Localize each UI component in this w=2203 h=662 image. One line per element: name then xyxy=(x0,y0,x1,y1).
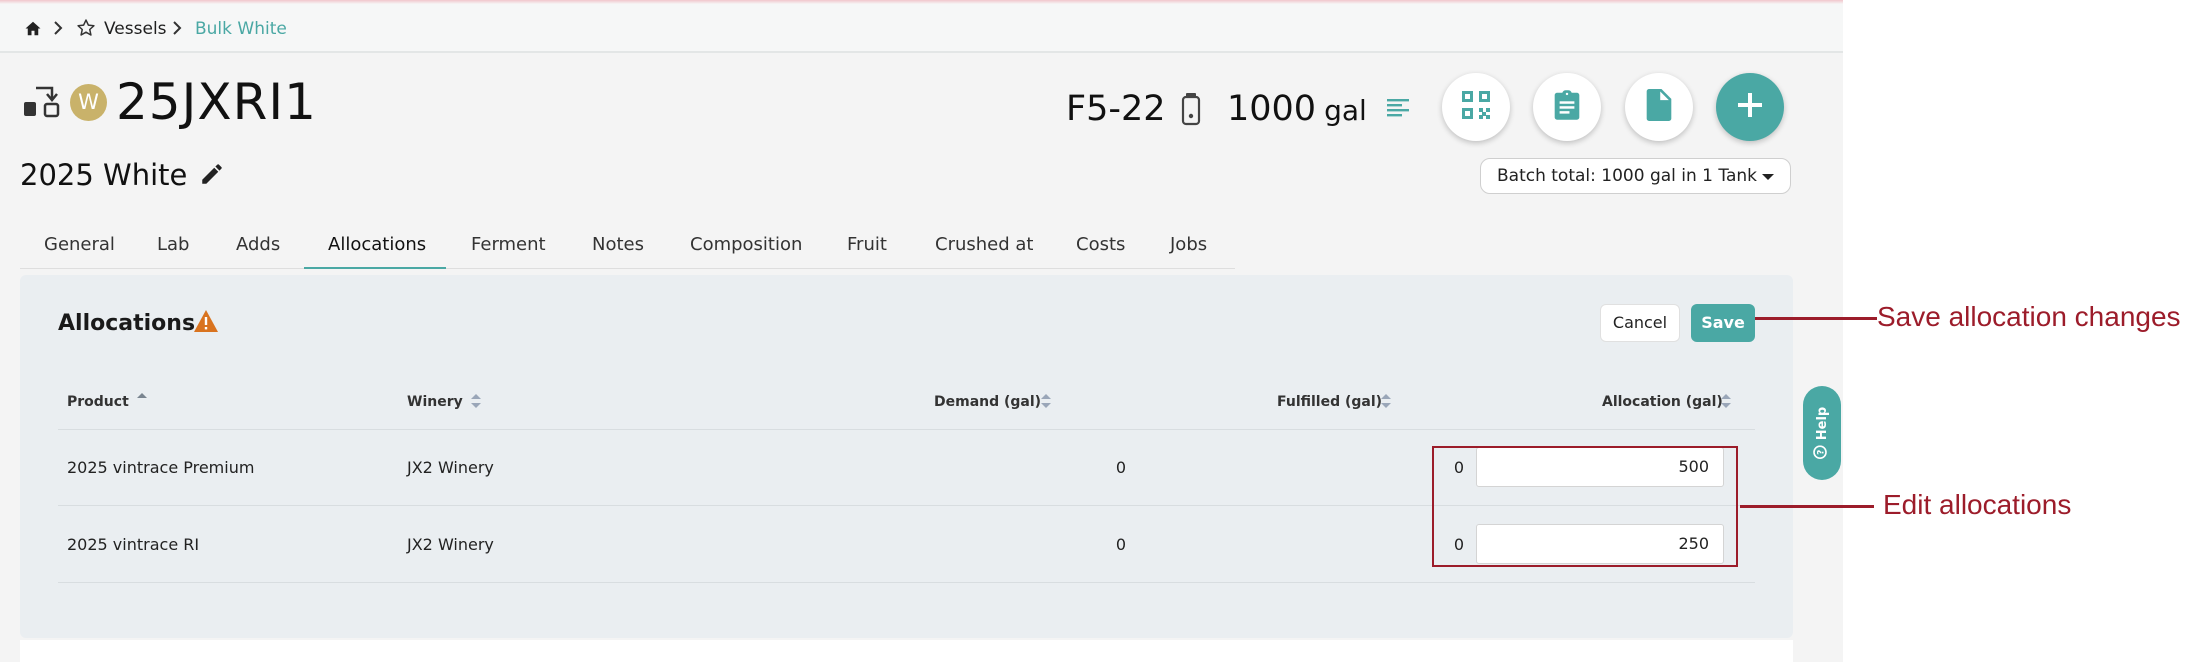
tab-general[interactable]: General xyxy=(44,227,115,269)
color-badge: W xyxy=(70,84,107,121)
svg-text:?: ? xyxy=(1817,450,1827,455)
tab-jobs[interactable]: Jobs xyxy=(1170,227,1207,269)
document-button[interactable] xyxy=(1625,73,1693,141)
tab-ferment[interactable]: Ferment xyxy=(471,227,546,269)
tab-bar: General Lab Adds Allocations Ferment Not… xyxy=(20,227,1235,269)
caret-down-icon xyxy=(1762,174,1774,180)
home-icon[interactable] xyxy=(24,20,42,37)
help-circle-icon: ? xyxy=(1813,445,1831,460)
add-button[interactable] xyxy=(1716,73,1784,141)
col-fulfilled[interactable]: Fulfilled (gal) xyxy=(1277,393,1382,411)
tab-adds[interactable]: Adds xyxy=(236,227,280,269)
chevron-right-icon xyxy=(53,19,63,37)
star-icon[interactable] xyxy=(76,18,96,38)
pencil-icon[interactable] xyxy=(199,161,225,191)
sort-icon[interactable] xyxy=(1720,391,1732,411)
cell-product: 2025 vintrace Premium xyxy=(67,458,255,477)
breadcrumb: Vessels Bulk White xyxy=(0,4,1843,53)
allocations-title: Allocations xyxy=(58,311,196,336)
warning-icon xyxy=(193,309,219,337)
transfer-icon[interactable] xyxy=(22,84,60,124)
col-product[interactable]: Product xyxy=(67,393,129,411)
batch-total-dropdown[interactable]: Batch total: 1000 gal in 1 Tank xyxy=(1480,158,1791,194)
app-window: Vessels Bulk White W 25JXRI1 2025 White … xyxy=(0,0,1843,662)
document-icon xyxy=(1646,89,1672,125)
tab-crushed-at[interactable]: Crushed at xyxy=(935,227,1033,269)
col-allocation[interactable]: Allocation (gal) xyxy=(1602,393,1723,411)
breadcrumb-vessels[interactable]: Vessels xyxy=(104,18,167,40)
qr-code-icon xyxy=(1460,89,1492,125)
cell-demand: 0 xyxy=(1115,458,1126,477)
col-winery[interactable]: Winery xyxy=(407,393,463,411)
tank-icon xyxy=(1181,92,1201,130)
tab-fruit[interactable]: Fruit xyxy=(847,227,887,269)
chevron-right-icon xyxy=(172,19,182,37)
plus-icon xyxy=(1736,91,1764,123)
sort-icon[interactable] xyxy=(470,391,482,411)
sort-icon[interactable] xyxy=(1380,391,1392,411)
col-demand[interactable]: Demand (gal) xyxy=(934,393,1041,411)
breadcrumb-current: Bulk White xyxy=(195,19,287,39)
volume-unit: gal xyxy=(1324,94,1367,127)
cell-product: 2025 vintrace RI xyxy=(67,535,200,554)
vessel-code: 25JXRI1 xyxy=(116,73,317,131)
help-label-wrap: ? Help xyxy=(1813,406,1831,460)
vessel-volume: 1000 gal xyxy=(1227,88,1367,132)
qr-code-button[interactable] xyxy=(1442,73,1510,141)
cell-demand: 0 xyxy=(1115,535,1126,554)
tab-lab[interactable]: Lab xyxy=(157,227,189,269)
tab-allocations[interactable]: Allocations xyxy=(304,227,446,269)
allocations-highlight xyxy=(1432,446,1738,567)
edit-callout-line xyxy=(1740,505,1874,508)
volume-value: 1000 xyxy=(1227,89,1317,129)
cancel-button[interactable]: Cancel xyxy=(1600,304,1680,342)
tab-notes[interactable]: Notes xyxy=(592,227,644,269)
sort-icon[interactable] xyxy=(1040,391,1052,411)
help-tab[interactable]: ? Help xyxy=(1803,386,1841,480)
cell-winery: JX2 Winery xyxy=(407,535,494,554)
save-button[interactable]: Save xyxy=(1691,304,1755,342)
align-left-icon[interactable] xyxy=(1386,96,1410,124)
save-callout-label: Save allocation changes xyxy=(1877,301,2181,332)
sort-asc-icon[interactable] xyxy=(136,391,148,411)
batch-total-label: Batch total: 1000 gal in 1 Tank xyxy=(1497,166,1758,186)
tank-name: F5-22 xyxy=(1066,89,1166,129)
save-callout-line xyxy=(1755,317,1877,320)
help-label: Help xyxy=(1814,406,1830,441)
clipboard-icon xyxy=(1552,89,1582,125)
tab-composition[interactable]: Composition xyxy=(690,227,802,269)
panel-below xyxy=(20,640,1793,662)
cell-winery: JX2 Winery xyxy=(407,458,494,477)
clipboard-button[interactable] xyxy=(1533,73,1601,141)
batch-name: 2025 White xyxy=(20,158,188,192)
tab-costs[interactable]: Costs xyxy=(1076,227,1125,269)
edit-callout-label: Edit allocations xyxy=(1883,489,2072,520)
